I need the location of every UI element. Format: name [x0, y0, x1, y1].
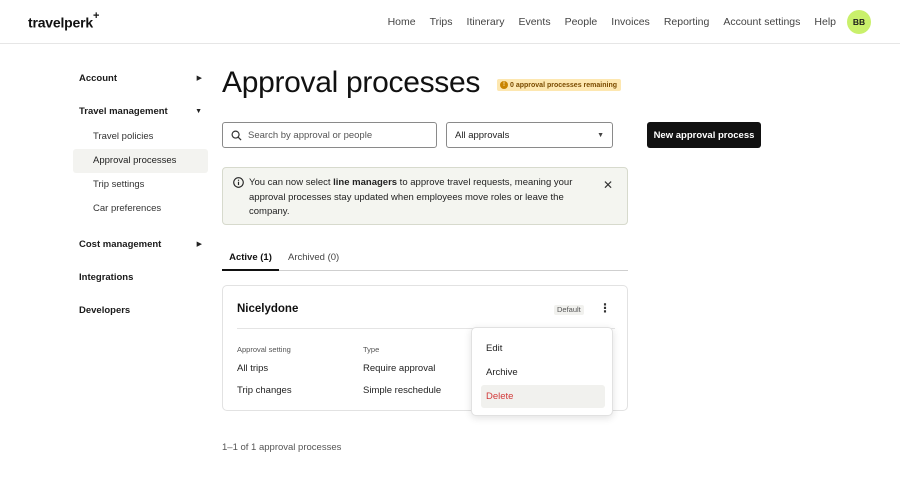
close-icon[interactable]: ✕ [603, 178, 613, 192]
nav-people[interactable]: People [565, 16, 598, 28]
nav-reporting[interactable]: Reporting [664, 16, 710, 28]
column-header-type: Type [363, 345, 380, 354]
nav-invoices[interactable]: Invoices [611, 16, 650, 28]
pagination-count: 1–1 of 1 approval processes [222, 442, 342, 453]
remaining-badge-text: 0 approval processes remaining [510, 81, 617, 89]
sidebar-section-travel-management[interactable]: Travel management ▼ [73, 97, 208, 125]
column-header-setting: Approval setting [237, 345, 291, 354]
info-banner: You can now select line managers to appr… [222, 167, 628, 225]
status-tabs: Active (1) Archived (0) [222, 244, 628, 271]
more-options-icon[interactable]: ⋮ [599, 302, 611, 314]
type-cell: Require approval [363, 363, 436, 374]
info-text-1: You can now select [249, 177, 334, 188]
search-input[interactable] [248, 129, 428, 141]
sidebar-item-approval-processes[interactable]: Approval processes [73, 149, 208, 173]
info-icon [233, 177, 244, 188]
nav-home[interactable]: Home [388, 16, 416, 28]
sidebar-section-integrations[interactable]: Integrations [73, 263, 208, 291]
nav-help[interactable]: Help [814, 16, 836, 28]
menu-item-archive[interactable]: Archive [481, 361, 605, 384]
sidebar-item-car-preferences[interactable]: Car preferences [73, 197, 208, 221]
menu-item-delete[interactable]: Delete [481, 385, 605, 408]
caret-right-icon: ▶ [196, 241, 202, 248]
sidebar-section-label: Developers [79, 304, 131, 316]
sidebar-section-label: Cost management [79, 238, 162, 250]
top-navigation-bar: travelperk+ Home Trips Itinerary Events … [0, 0, 900, 44]
sidebar-item-travel-policies[interactable]: Travel policies [73, 125, 208, 149]
sidebar-section-label: Account [79, 72, 117, 84]
sidebar-section-cost-management[interactable]: Cost management ▶ [73, 230, 208, 258]
default-badge: Default [554, 305, 584, 315]
sidebar-section-developers[interactable]: Developers [73, 296, 208, 324]
travelperk-logo[interactable]: travelperk+ [28, 10, 100, 31]
logo-mark: + [92, 10, 100, 22]
new-approval-process-button[interactable]: New approval process [647, 122, 761, 148]
chevron-down-icon: ▼ [597, 131, 604, 139]
user-avatar[interactable]: BB [847, 10, 871, 34]
settings-sidebar: Account ▶ Travel management ▼ Travel pol… [73, 64, 208, 324]
sidebar-section-account[interactable]: Account ▶ [73, 64, 208, 92]
search-field[interactable] [222, 122, 437, 148]
setting-cell: Trip changes [237, 385, 292, 396]
main-nav: Home Trips Itinerary Events People Invoi… [388, 0, 836, 44]
sidebar-section-label: Travel management [79, 105, 168, 117]
remaining-badge: ! 0 approval processes remaining [497, 79, 621, 91]
caret-right-icon: ▶ [196, 75, 202, 82]
logo-text: travelperk [28, 14, 93, 31]
menu-item-edit[interactable]: Edit [481, 337, 605, 360]
search-icon [231, 130, 242, 141]
sidebar-item-trip-settings[interactable]: Trip settings [73, 173, 208, 197]
type-cell: Simple reschedule [363, 385, 442, 396]
card-context-menu: Edit Archive Delete [471, 327, 613, 416]
caret-down-icon: ▼ [195, 107, 202, 115]
filter-selected-value: All approvals [455, 129, 510, 141]
nav-itinerary[interactable]: Itinerary [467, 16, 505, 28]
tab-active[interactable]: Active (1) [222, 244, 279, 271]
nav-trips[interactable]: Trips [430, 16, 453, 28]
approvals-filter-select[interactable]: All approvals ▼ [446, 122, 613, 148]
info-banner-message: You can now select line managers to appr… [249, 176, 589, 220]
process-name: Nicelydone [237, 303, 299, 315]
setting-cell: All trips [237, 363, 269, 374]
info-text-bold: line managers [333, 177, 398, 188]
page-title: Approval processes [222, 66, 481, 99]
tab-archived[interactable]: Archived (0) [288, 244, 339, 271]
warning-icon: ! [500, 81, 508, 89]
nav-account-settings[interactable]: Account settings [723, 16, 800, 28]
sidebar-section-label: Integrations [79, 271, 134, 283]
nav-events[interactable]: Events [518, 16, 550, 28]
